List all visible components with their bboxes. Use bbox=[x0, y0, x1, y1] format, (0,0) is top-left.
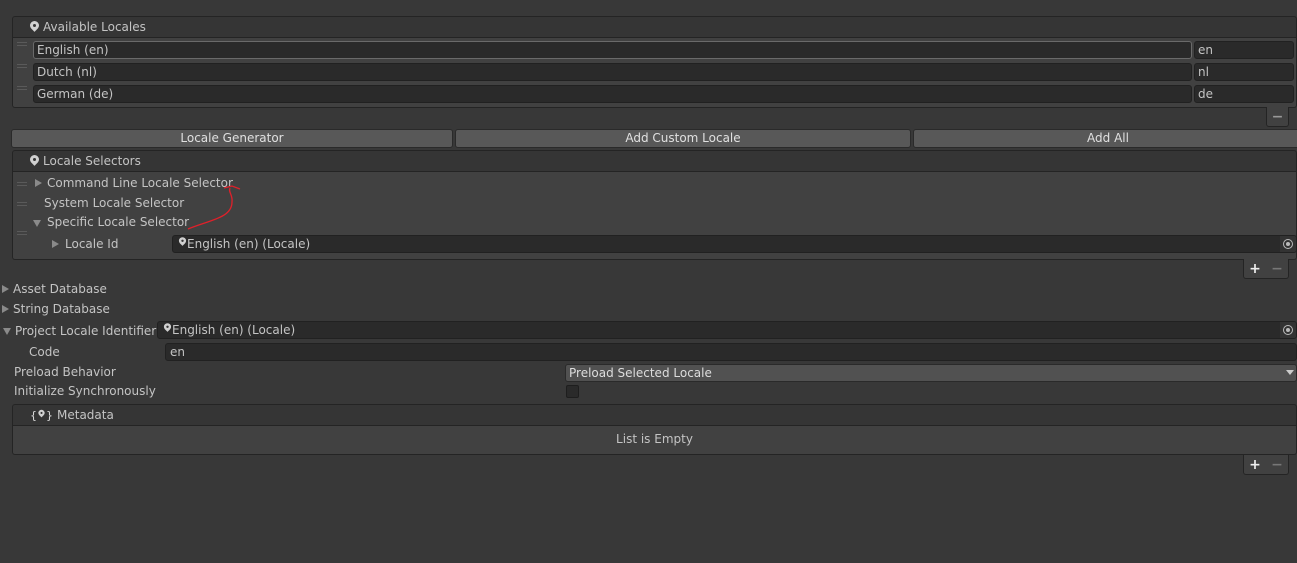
available-locales-title: Available Locales bbox=[43, 20, 146, 34]
code-field[interactable]: en bbox=[165, 343, 1297, 361]
drag-handle-icon[interactable] bbox=[17, 86, 27, 90]
locale-id-label: Locale Id bbox=[65, 237, 119, 251]
collapse-arrow-icon[interactable] bbox=[3, 328, 11, 335]
selectors-add-remove: + − bbox=[1243, 259, 1289, 279]
remove-metadata-button[interactable]: − bbox=[1271, 457, 1283, 473]
locale-code-field[interactable]: en bbox=[1194, 41, 1294, 59]
locale-name-field[interactable]: Dutch (nl) bbox=[33, 63, 1192, 81]
project-locale-field[interactable]: English (en) (Locale) bbox=[157, 321, 1297, 339]
locale-id-field[interactable]: English (en) (Locale) bbox=[172, 235, 1297, 253]
code-label: Code bbox=[29, 345, 60, 359]
project-locale-value: English (en) (Locale) bbox=[172, 323, 296, 337]
selector-system[interactable]: System Locale Selector bbox=[44, 196, 184, 210]
initialize-sync-label: Initialize Synchronously bbox=[14, 384, 156, 398]
preload-behavior-label: Preload Behavior bbox=[14, 365, 116, 379]
metadata-icon: {} bbox=[30, 409, 53, 422]
locale-name-field[interactable]: German (de) bbox=[33, 85, 1192, 103]
object-picker-icon[interactable] bbox=[1280, 322, 1296, 338]
locale-name-field[interactable]: English (en) bbox=[33, 41, 1192, 59]
list-empty-text: List is Empty bbox=[616, 432, 693, 446]
location-pin-icon bbox=[164, 323, 171, 333]
selector-specific[interactable]: Specific Locale Selector bbox=[47, 215, 189, 229]
location-pin-icon bbox=[30, 21, 39, 33]
locale-code-field[interactable]: nl bbox=[1194, 63, 1294, 81]
minus-icon: − bbox=[1271, 108, 1284, 125]
object-picker-icon[interactable] bbox=[1280, 236, 1296, 252]
chevron-down-icon bbox=[1286, 370, 1294, 375]
locale-code-field[interactable]: de bbox=[1194, 85, 1294, 103]
location-pin-icon bbox=[179, 237, 186, 247]
locale-generator-button[interactable]: Locale Generator bbox=[11, 129, 453, 148]
location-pin-icon bbox=[30, 155, 39, 167]
drag-handle-icon[interactable] bbox=[17, 182, 27, 186]
locale-id-value: English (en) (Locale) bbox=[187, 237, 311, 251]
initialize-sync-checkbox[interactable] bbox=[566, 385, 579, 398]
metadata-add-remove: + − bbox=[1243, 455, 1289, 475]
expand-arrow-icon[interactable] bbox=[35, 179, 42, 187]
collapse-arrow-icon[interactable] bbox=[33, 220, 41, 227]
add-custom-locale-button[interactable]: Add Custom Locale bbox=[455, 129, 911, 148]
preload-behavior-dropdown[interactable]: Preload Selected Locale bbox=[565, 364, 1297, 382]
metadata-title: Metadata bbox=[57, 408, 114, 422]
drag-handle-icon[interactable] bbox=[17, 202, 27, 206]
asset-database-foldout[interactable]: Asset Database bbox=[13, 282, 107, 296]
drag-handle-icon[interactable] bbox=[17, 231, 27, 235]
expand-arrow-icon[interactable] bbox=[2, 305, 9, 313]
available-locales-header: Available Locales bbox=[12, 16, 1297, 38]
expand-arrow-icon[interactable] bbox=[2, 285, 9, 293]
project-locale-label[interactable]: Project Locale Identifier bbox=[15, 324, 156, 338]
remove-locale-button[interactable]: − bbox=[1266, 107, 1289, 127]
metadata-list: {} Metadata List is Empty bbox=[12, 404, 1297, 455]
expand-arrow-icon[interactable] bbox=[52, 240, 59, 248]
annotation-arrow bbox=[187, 185, 241, 230]
string-database-foldout[interactable]: String Database bbox=[13, 302, 110, 316]
add-selector-button[interactable]: + bbox=[1249, 261, 1261, 277]
remove-selector-button[interactable]: − bbox=[1271, 261, 1283, 277]
locale-selectors-title: Locale Selectors bbox=[43, 154, 141, 168]
add-metadata-button[interactable]: + bbox=[1249, 457, 1261, 473]
available-locales-list: Available Locales English (en) en Dutch … bbox=[12, 16, 1297, 108]
drag-handle-icon[interactable] bbox=[17, 42, 27, 46]
drag-handle-icon[interactable] bbox=[17, 64, 27, 68]
add-all-button[interactable]: Add All bbox=[913, 129, 1297, 148]
preload-behavior-value: Preload Selected Locale bbox=[569, 366, 712, 380]
